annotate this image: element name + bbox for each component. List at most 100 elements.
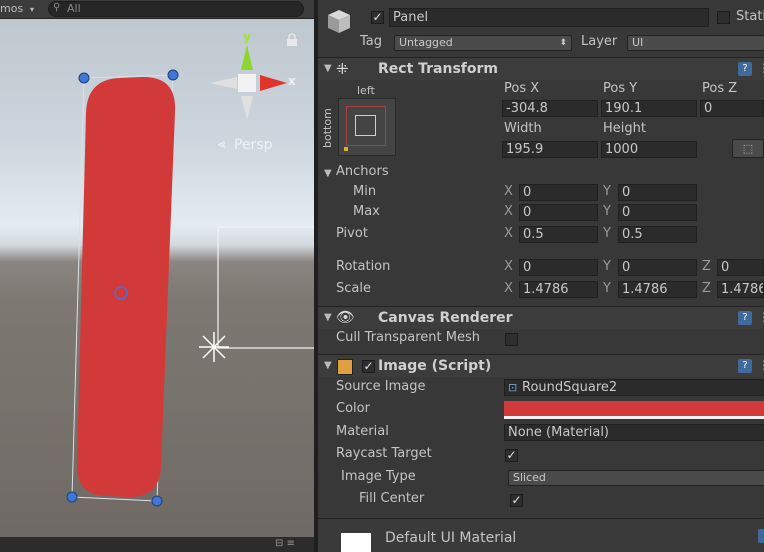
blueprint-mode-button[interactable]: ⬚ (732, 139, 764, 158)
fill-center-checkbox[interactable]: ✓ (510, 494, 523, 507)
min-x-input[interactable]: 0 (519, 184, 598, 201)
fold-arrow-icon[interactable]: ▼ (324, 312, 332, 323)
scene-toolbar: mos ▾ ⚲ All (0, 0, 314, 19)
default-ui-material-label: Default UI Material (385, 530, 517, 546)
source-image-label: Source Image (336, 379, 426, 394)
anchor-presets-button[interactable] (338, 98, 396, 156)
raycast-target-label: Raycast Target (336, 446, 432, 461)
pos-z-input[interactable]: 0 (700, 100, 764, 117)
dropdown-caret-icon: ⬍ (559, 38, 567, 48)
panel-menu-icon[interactable]: ⊟ ≡ (275, 538, 295, 549)
persp-toggle-icon[interactable]: ⪡ (218, 137, 225, 152)
rect-transform-icon: ⁜ (336, 60, 349, 78)
image-type-dropdown[interactable]: Sliced (508, 470, 764, 486)
anchor-left-label: left (357, 84, 375, 97)
cull-transparent-mesh-checkbox[interactable] (505, 333, 518, 346)
tag-label: Tag (360, 34, 383, 49)
min-y-input[interactable]: 0 (618, 184, 697, 201)
pos-x-input[interactable]: -304.8 (502, 100, 598, 117)
max-y-axis-label: Y (603, 204, 611, 219)
canvas-renderer-header[interactable]: ▼ 👁 Canvas Renderer ? ⋮ (318, 306, 764, 329)
gizmos-menu[interactable]: mos (0, 2, 23, 15)
tag-dropdown[interactable]: Untagged ⬍ (394, 35, 572, 51)
lock-icon (287, 33, 297, 46)
scale-y-input[interactable]: 1.4786 (618, 281, 697, 298)
image-script-header[interactable]: ▼ ✓ Image (Script) ? ⋮ (318, 354, 764, 377)
static-label: Stati (736, 9, 764, 24)
scale-y-axis-label: Y (603, 281, 611, 296)
help-icon[interactable] (758, 529, 764, 543)
rotation-x-input[interactable]: 0 (519, 259, 598, 276)
help-icon[interactable]: ? (738, 311, 752, 325)
active-checkbox[interactable]: ✓ (371, 11, 384, 24)
fold-arrow-icon[interactable]: ▼ (324, 63, 332, 74)
canvas-renderer-title: Canvas Renderer (378, 310, 513, 326)
rotation-z-input[interactable]: 0 (717, 259, 764, 276)
red-panel (76, 76, 176, 498)
rotation-y-axis-label: Y (603, 259, 611, 274)
image-enabled-checkbox[interactable]: ✓ (362, 360, 375, 373)
min-y-axis-label: Y (603, 184, 611, 199)
image-type-label: Image Type (341, 469, 416, 484)
image-component-icon (337, 359, 353, 375)
scale-x-input[interactable]: 1.4786 (519, 281, 598, 298)
pos-y-label: Pos Y (603, 81, 638, 96)
height-input[interactable]: 1000 (601, 141, 697, 158)
scale-z-input[interactable]: 1.4786 (717, 281, 764, 298)
width-input[interactable]: 195.9 (502, 141, 598, 158)
handle-top-right (167, 69, 179, 81)
anchors-fold-icon[interactable]: ▼ (324, 168, 332, 179)
gizmo-y-label: y (243, 30, 251, 44)
help-icon[interactable]: ? (738, 62, 752, 76)
raycast-target-checkbox[interactable]: ✓ (505, 449, 518, 462)
static-checkbox[interactable] (717, 11, 730, 24)
search-placeholder: All (67, 2, 81, 15)
max-y-input[interactable]: 0 (618, 204, 697, 221)
gear-icon[interactable]: ⋮ (758, 310, 764, 324)
max-x-input[interactable]: 0 (519, 204, 598, 221)
fill-center-label: Fill Center (359, 491, 425, 506)
material-thumbnail[interactable] (341, 533, 371, 552)
min-x-axis-label: X (504, 184, 513, 199)
pivot-x-input[interactable]: 0.5 (519, 226, 598, 243)
gizmo-x-label: x (288, 74, 296, 88)
material-preview-bar: Default UI Material (318, 518, 764, 552)
rect-transform-header[interactable]: ▼ ⁜ Rect Transform ? ⋮ (318, 57, 764, 80)
fold-arrow-icon[interactable]: ▼ (324, 360, 332, 371)
persp-label[interactable]: Persp (234, 137, 273, 153)
material-label: Material (336, 424, 389, 439)
gear-icon[interactable]: ⋮ (758, 61, 764, 75)
rotation-z-axis-label: Z (702, 259, 711, 274)
gameobject-name-input[interactable]: Panel (389, 8, 709, 27)
material-field[interactable]: None (Material) (504, 424, 764, 441)
eye-icon: 👁 (336, 308, 356, 326)
rect-transform-title: Rect Transform (378, 61, 499, 77)
scene-search-input[interactable]: ⚲ All (48, 1, 304, 17)
handle-bottom-right (151, 495, 163, 507)
gizmos-dropdown-icon[interactable]: ▾ (30, 5, 34, 14)
scene-bottom-bar: ⊟ ≡ (0, 537, 314, 552)
help-icon[interactable]: ? (738, 359, 752, 373)
color-swatch[interactable] (504, 401, 764, 419)
max-label: Max (353, 204, 380, 219)
layer-dropdown[interactable]: UI (627, 35, 764, 51)
pivot-y-input[interactable]: 0.5 (618, 226, 697, 243)
width-label: Width (504, 121, 542, 136)
pos-y-input[interactable]: 190.1 (601, 100, 697, 117)
canvas-outline (217, 226, 314, 349)
gear-icon[interactable]: ⋮ (758, 358, 764, 372)
scale-label: Scale (336, 281, 371, 296)
rotation-y-input[interactable]: 0 (618, 259, 697, 276)
scene-canvas[interactable] (0, 18, 314, 537)
rotation-label: Rotation (336, 259, 391, 274)
color-label: Color (336, 401, 370, 416)
anchor-bottom-label: bottom (321, 108, 334, 148)
pos-x-label: Pos X (504, 81, 540, 96)
rotation-x-axis-label: X (504, 259, 513, 274)
pivot-label: Pivot (336, 226, 368, 241)
scene-view[interactable]: mos ▾ ⚲ All y x ⪡ Persp ⊟ ≡ (0, 0, 314, 552)
pivot-y-axis-label: Y (603, 226, 611, 241)
anchors-label: Anchors (336, 164, 389, 179)
source-image-field[interactable]: ⊡ RoundSquare2 (504, 379, 764, 396)
scale-z-axis-label: Z (702, 281, 711, 296)
